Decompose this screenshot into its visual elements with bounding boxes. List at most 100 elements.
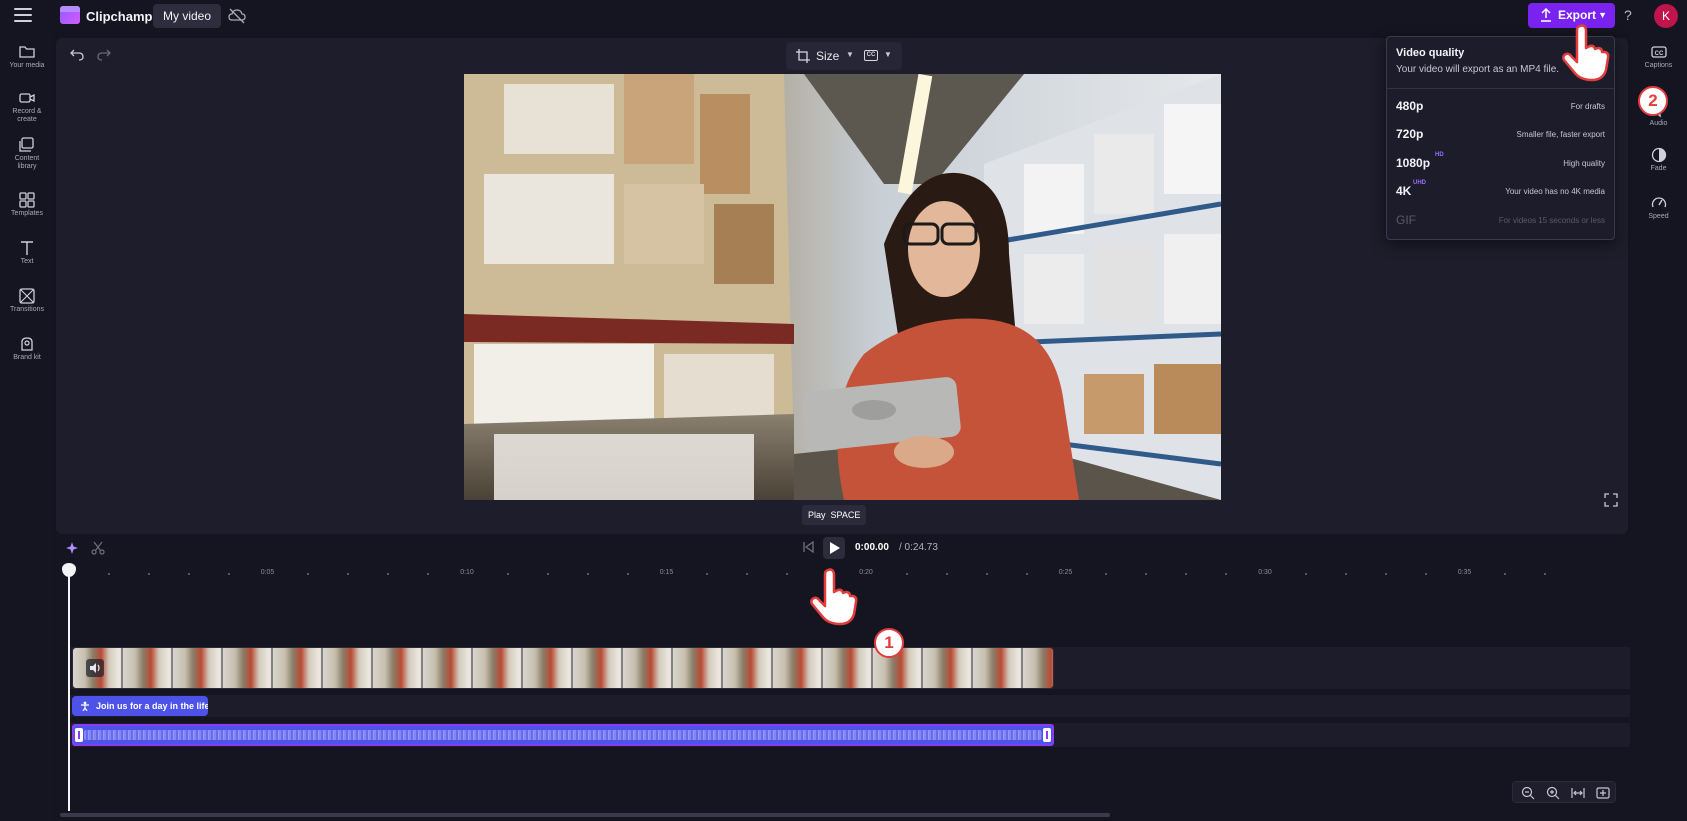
camera-icon xyxy=(19,93,35,103)
zoom-controls xyxy=(1512,781,1616,803)
quality-option-4k[interactable]: 4K UHD Your video has no 4K media xyxy=(1387,178,1614,204)
sidebar-item-your-media[interactable]: Your media xyxy=(0,44,54,70)
sidebar-item-label: Captions xyxy=(1644,62,1673,69)
ruler-tick xyxy=(1185,573,1188,575)
menu-title: Video quality xyxy=(1396,47,1465,59)
ruler-tick xyxy=(1344,573,1347,575)
magic-sparkle-icon[interactable] xyxy=(65,541,79,555)
sidebar-item-record-create[interactable]: Record & create xyxy=(0,90,54,124)
sidebar-item-label: Templates xyxy=(11,210,43,217)
ruler-tick xyxy=(1424,573,1427,575)
quality-option-720p[interactable]: 720p Smaller file, faster export xyxy=(1387,121,1614,147)
sidebar-item-captions[interactable]: CC Captions xyxy=(1630,44,1687,69)
ruler-tick xyxy=(187,573,190,575)
play-button[interactable] xyxy=(823,537,845,559)
project-title[interactable]: My video xyxy=(153,4,222,28)
option-description: Smaller file, faster export xyxy=(1516,130,1605,139)
quality-option-480p[interactable]: 480p For drafts xyxy=(1387,93,1614,119)
option-description: Your video has no 4K media xyxy=(1505,187,1605,196)
video-clip[interactable] xyxy=(72,647,1054,689)
text-track xyxy=(70,695,1630,717)
ruler-label: 0:05 xyxy=(260,569,275,576)
captions-icon: CC xyxy=(1650,46,1667,58)
fit-timeline-icon[interactable] xyxy=(1571,786,1585,800)
undo-icon[interactable] xyxy=(70,47,84,61)
ruler-tick xyxy=(945,573,948,575)
top-bar: Clipchamp My video Export ▼ ? K xyxy=(0,0,1687,32)
zoom-in-icon[interactable] xyxy=(1546,786,1560,800)
audio-clip[interactable] xyxy=(72,724,1054,746)
sidebar-item-label: Record & create xyxy=(12,108,42,123)
ruler-tick xyxy=(1225,573,1228,575)
text-accessibility-icon xyxy=(81,701,89,711)
ruler-tick xyxy=(307,573,310,575)
sidebar-item-label: Your media xyxy=(9,62,45,69)
transitions-icon xyxy=(19,288,35,304)
expand-timeline-icon[interactable] xyxy=(1596,786,1610,800)
text-icon xyxy=(21,241,33,255)
redo-icon[interactable] xyxy=(97,47,111,61)
option-name: 4K xyxy=(1396,184,1412,198)
text-clip-label: Join us for a day in the life xyxy=(96,701,208,711)
play-tooltip: Play SPACE xyxy=(802,505,867,525)
ruler-tick xyxy=(1105,573,1108,575)
trim-handle-right[interactable] xyxy=(1043,728,1051,742)
scissors-icon[interactable] xyxy=(91,541,105,555)
folder-icon xyxy=(19,46,35,58)
text-clip[interactable]: Join us for a day in the life xyxy=(72,696,208,716)
playhead[interactable] xyxy=(68,570,70,811)
option-description: For videos 15 seconds or less xyxy=(1498,216,1605,225)
ruler-label: 0:15 xyxy=(659,569,674,576)
skip-back-icon[interactable] xyxy=(802,541,814,553)
ruler-tick xyxy=(147,573,150,575)
option-name: 1080p xyxy=(1396,156,1431,170)
video-preview xyxy=(464,74,1221,500)
zoom-out-icon[interactable] xyxy=(1521,786,1535,800)
sidebar-item-text[interactable]: Text xyxy=(0,240,54,266)
tooltip-action: Play xyxy=(808,510,826,520)
menu-icon[interactable] xyxy=(14,8,32,22)
fullscreen-icon[interactable] xyxy=(1604,493,1618,507)
volume-icon[interactable] xyxy=(86,659,104,677)
uhd-badge: UHD xyxy=(1413,180,1426,186)
size-label: Size xyxy=(816,49,840,63)
pointer-hand-icon xyxy=(810,568,858,626)
ruler-tick xyxy=(506,573,509,575)
ruler-tick xyxy=(427,573,430,575)
sidebar-item-transitions[interactable]: Transitions xyxy=(0,288,54,314)
sidebar-item-fade[interactable]: Fade xyxy=(1630,147,1687,172)
sidebar-item-templates[interactable]: Templates xyxy=(0,192,54,218)
tooltip-shortcut: SPACE xyxy=(830,510,861,520)
option-name: 720p xyxy=(1396,127,1424,141)
upload-icon xyxy=(1541,7,1551,22)
cloud-offline-icon xyxy=(228,8,246,24)
menu-subtitle: Your video will export as an MP4 file. xyxy=(1396,64,1560,75)
sidebar-item-label: Audio xyxy=(1649,120,1668,127)
templates-icon xyxy=(19,192,35,208)
ruler-label: 0:10 xyxy=(460,569,474,576)
timeline-scrollbar[interactable] xyxy=(60,813,1110,817)
size-button[interactable]: Size ▼ CC ▼ xyxy=(786,42,902,70)
chevron-down-icon: ▼ xyxy=(846,50,854,59)
sidebar-item-label: Fade xyxy=(1650,165,1667,172)
captions-toggle-icon[interactable]: CC xyxy=(864,50,878,61)
ruler-tick xyxy=(626,573,629,575)
sidebar-item-speed[interactable]: Speed xyxy=(1630,195,1687,220)
current-time: 0:00.00 xyxy=(855,542,889,553)
ruler-tick xyxy=(905,573,908,575)
help-icon[interactable]: ? xyxy=(1624,7,1632,23)
option-description: High quality xyxy=(1563,159,1605,168)
library-icon xyxy=(19,137,34,152)
sidebar-item-brand-kit[interactable]: Brand kit xyxy=(0,336,54,362)
fade-icon xyxy=(1651,147,1666,163)
avatar[interactable]: K xyxy=(1654,4,1678,28)
ruler-label: 0:30 xyxy=(1258,569,1272,576)
brand-name: Clipchamp xyxy=(86,9,153,24)
right-sidebar: CC Captions Audio Fade Speed xyxy=(1630,32,1687,821)
ruler-tick xyxy=(347,573,350,575)
ruler-tick xyxy=(387,573,390,575)
quality-option-1080p[interactable]: 1080p HD High quality xyxy=(1387,150,1614,176)
sidebar-item-label: Text xyxy=(20,258,34,265)
sidebar-item-content-library[interactable]: Content library xyxy=(0,137,54,171)
trim-handle-left[interactable] xyxy=(75,728,83,742)
